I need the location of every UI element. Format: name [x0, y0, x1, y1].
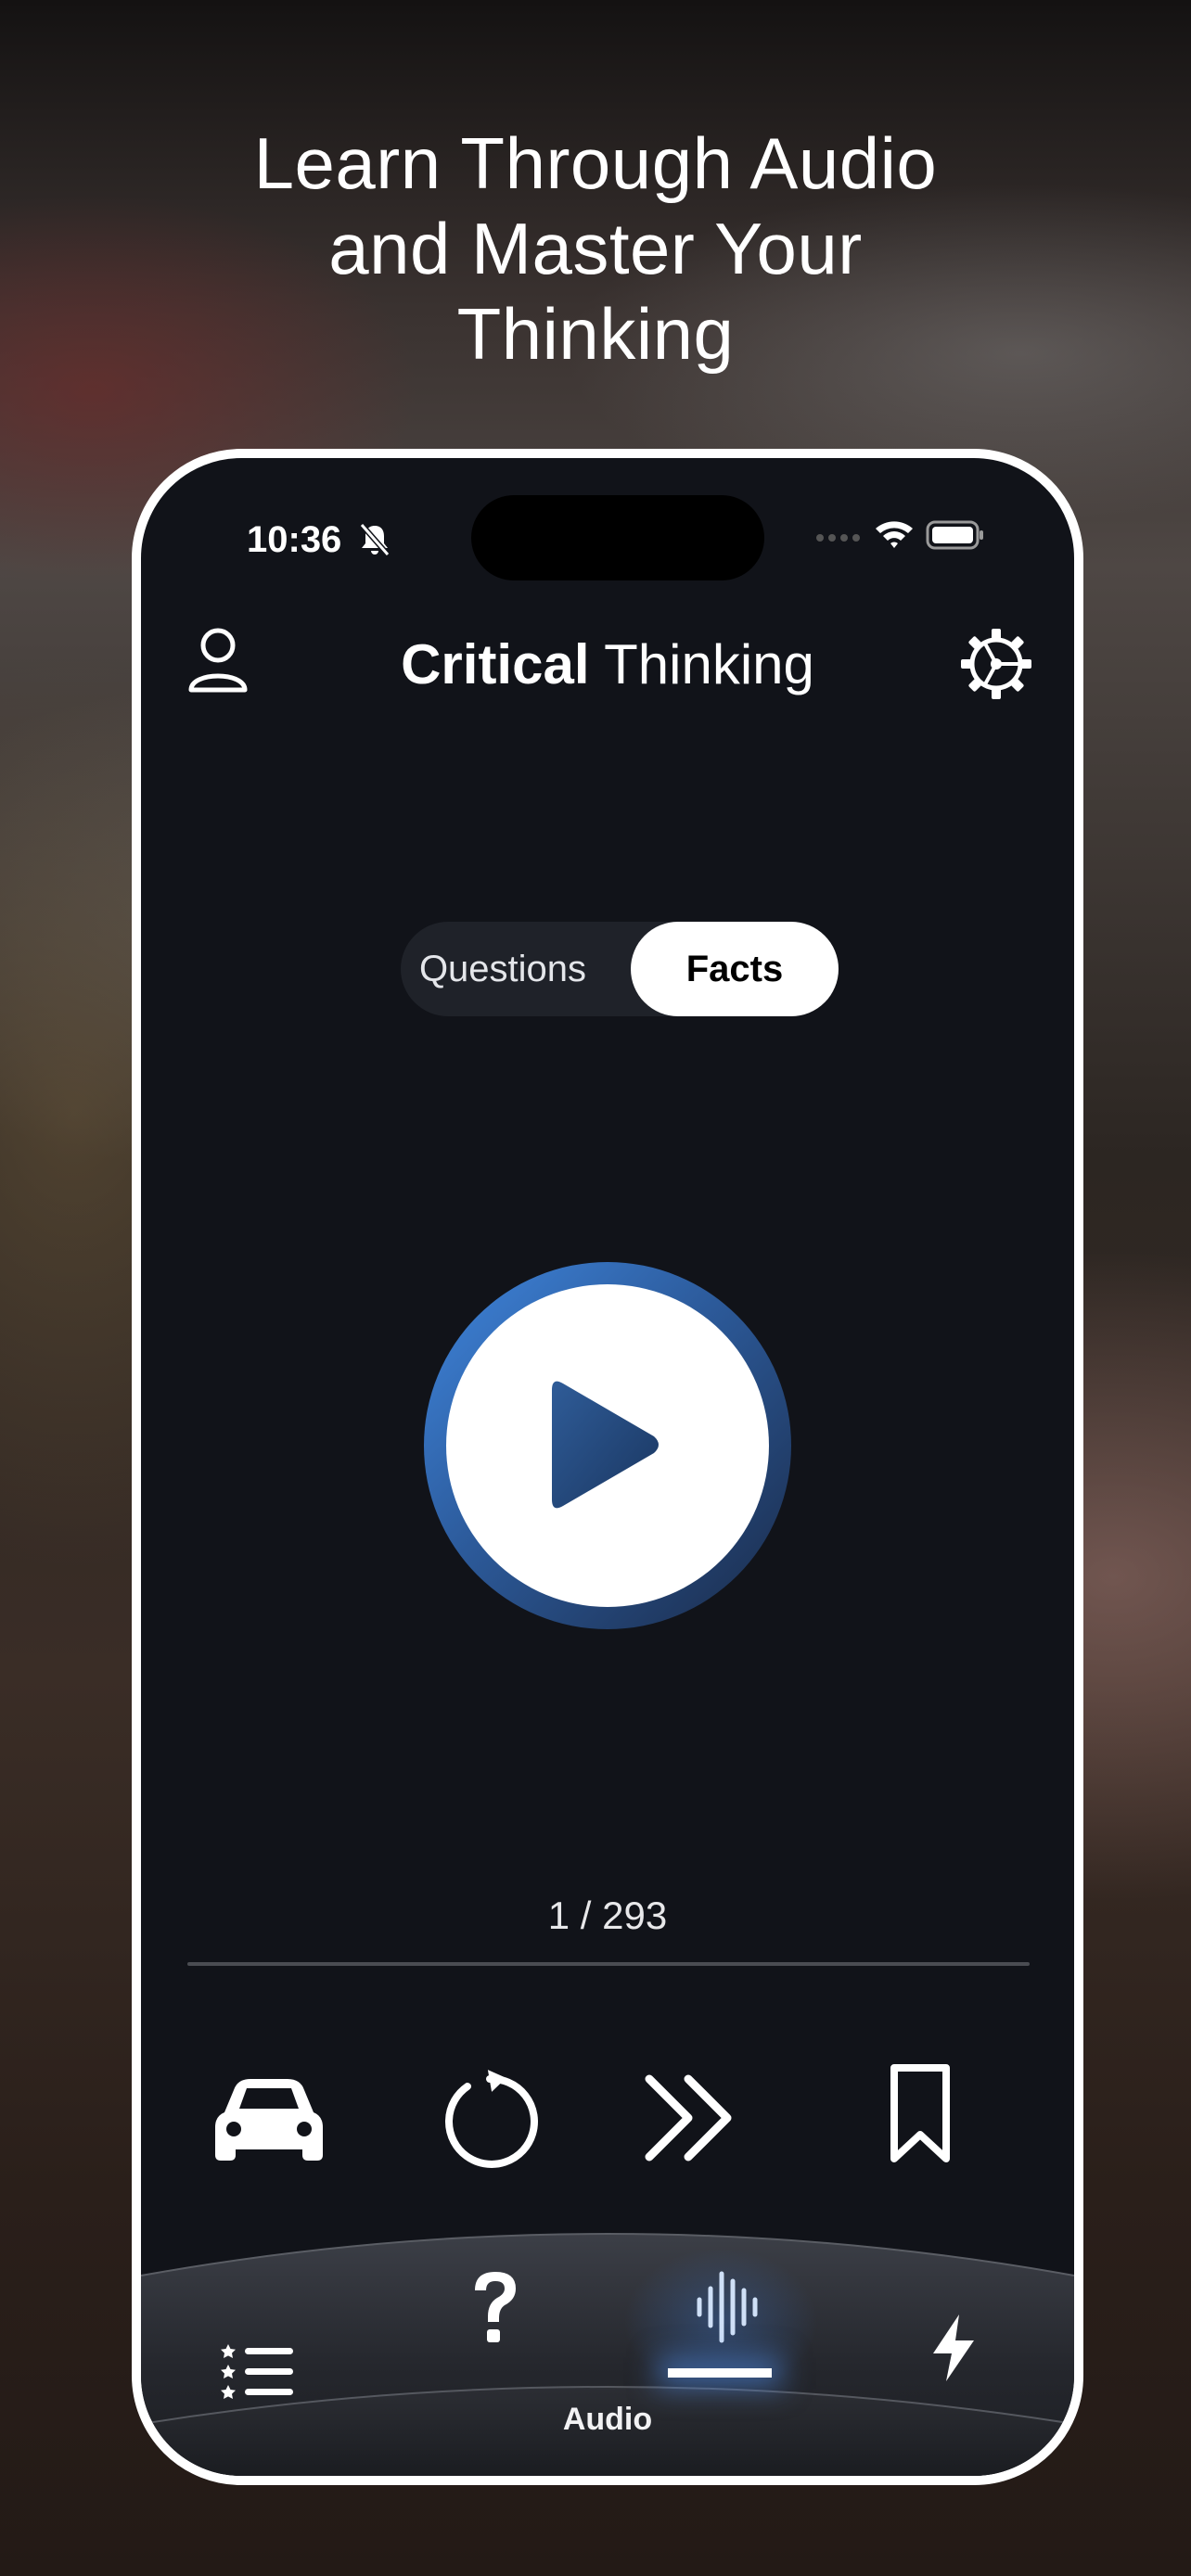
- app-title: Critical Thinking: [141, 632, 1074, 696]
- mode-segmented-control: Questions Facts: [401, 922, 839, 1016]
- tab-list-icon[interactable]: [221, 2342, 295, 2402]
- progress-bar[interactable]: [187, 1962, 1030, 1966]
- tab-active-indicator: [668, 2368, 772, 2378]
- track-counter: 1 / 293: [547, 1894, 668, 1937]
- cellular-signal-icon: [816, 534, 860, 542]
- skip-forward-icon[interactable]: [640, 2070, 742, 2166]
- segment-questions[interactable]: Questions: [401, 922, 605, 1016]
- tab-audio-waveform-icon[interactable]: [694, 2270, 761, 2344]
- battery-icon: [926, 520, 983, 550]
- phone-frame: 10:36 Critical Thinking Questions Facts …: [132, 449, 1083, 2485]
- promo-headline: Learn Through Audio and Master Your Thin…: [253, 122, 938, 375]
- tab-active-label: Audio: [562, 2402, 653, 2437]
- bell-muted-icon: [359, 523, 391, 556]
- play-icon: [552, 1381, 659, 1509]
- dynamic-island: [471, 495, 764, 580]
- status-time: 10:36: [247, 519, 342, 560]
- play-button-inner: [446, 1284, 769, 1607]
- tab-question-icon[interactable]: [467, 2268, 523, 2346]
- tab-bolt-icon[interactable]: [928, 2313, 980, 2383]
- settings-gear-icon[interactable]: [959, 627, 1033, 701]
- app-title-bold: Critical: [401, 633, 590, 695]
- segment-facts[interactable]: Facts: [631, 922, 839, 1016]
- app-title-regular: Thinking: [604, 633, 814, 695]
- car-icon[interactable]: [211, 2072, 327, 2164]
- replay-icon[interactable]: [438, 2070, 542, 2174]
- wifi-icon: [876, 521, 913, 548]
- play-button[interactable]: [424, 1262, 791, 1629]
- bookmark-icon[interactable]: [883, 2062, 957, 2166]
